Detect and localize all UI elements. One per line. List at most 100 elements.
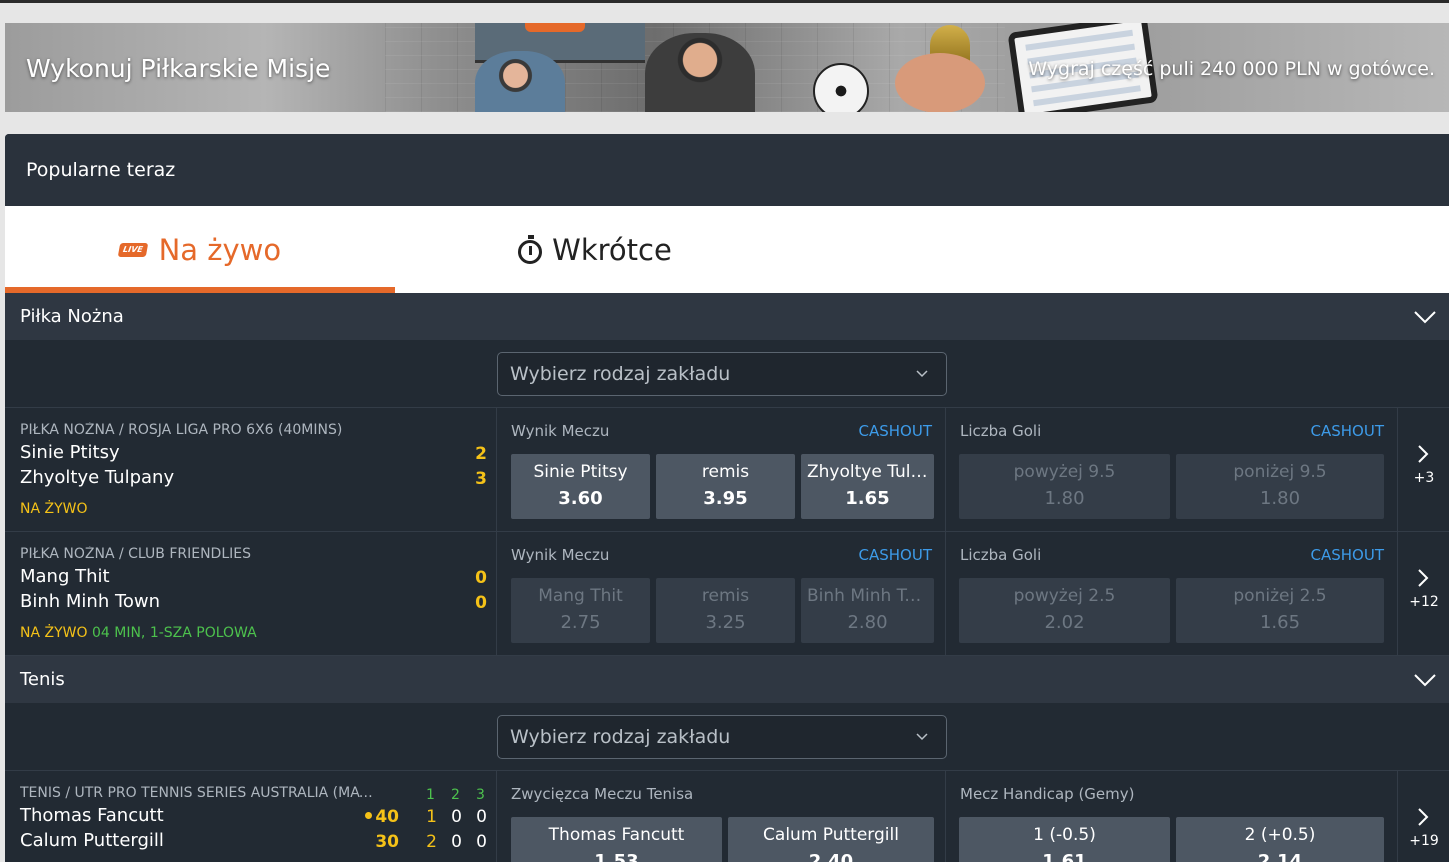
odd-button-over[interactable]: powyżej 2.5 2.02 (959, 578, 1170, 643)
odd-value: 2.80 (847, 612, 888, 633)
cashout-label[interactable]: CASHOUT (859, 422, 932, 440)
odd-button-under[interactable]: poniżej 2.5 1.65 (1176, 578, 1384, 643)
odd-label: 1 (-0.5) (1033, 825, 1096, 845)
chevron-right-icon (1418, 808, 1429, 826)
odd-button-draw[interactable]: remis 3.25 (656, 578, 795, 643)
banner-fan-image (475, 51, 565, 112)
odd-label: remis (701, 586, 750, 606)
tabs-bar: LIVE Na żywo Wkrótce (5, 206, 1449, 293)
market-title: Liczba Goli (960, 422, 1042, 440)
odd-value: 3.60 (558, 488, 603, 509)
event-info[interactable]: PIŁKA NOŻNA / ROSJA LIGA PRO 6X6 (40MINS… (5, 408, 497, 532)
sport-header-football[interactable]: Piłka Nożna (5, 293, 1449, 340)
sport-header-tennis[interactable]: Tenis (5, 656, 1449, 703)
event-row: TENIS / UTR PRO TENNIS SERIES AUSTRALIA … (5, 771, 1449, 862)
market-title: Mecz Handicap (Gemy) (960, 785, 1135, 803)
home-score: 0 (475, 568, 487, 588)
banner-title: Wykonuj Piłkarskie Misje (26, 54, 331, 83)
away-player: Calum Puttergill (20, 830, 164, 851)
bet-type-select[interactable]: Wybierz rodzaj zakładu (497, 715, 947, 759)
points-value: 40 (375, 807, 399, 827)
home-set-3: 0 (476, 807, 487, 827)
home-team: Sinie Ptitsy (20, 442, 120, 463)
odd-label: Zhyoltye Tulpany (807, 462, 934, 482)
away-set-1: 2 (426, 832, 437, 852)
chevron-down-icon (916, 733, 928, 741)
chevron-down-icon[interactable] (1413, 668, 1437, 692)
odd-value: 2.02 (1044, 612, 1085, 633)
odd-button-player1[interactable]: Thomas Fancutt 1.53 (511, 817, 722, 862)
market-match-result: Wynik Meczu CASHOUT Mang Thit 2.75 remis… (497, 532, 946, 656)
home-player: Thomas Fancutt (20, 805, 164, 826)
odd-button-away[interactable]: Zhyoltye Tulpany 1.65 (801, 454, 934, 519)
more-markets-button[interactable]: +3 (1397, 408, 1449, 532)
odd-label: powyżej 2.5 (1013, 586, 1116, 606)
odd-button-under[interactable]: poniżej 9.5 1.80 (1176, 454, 1384, 519)
event-row: PIŁKA NOŻNA / ROSJA LIGA PRO 6X6 (40MINS… (5, 408, 1449, 532)
serve-indicator-icon (365, 811, 373, 819)
tab-live[interactable]: LIVE Na żywo (5, 206, 395, 293)
banner-subtitle: Wygraj część puli 240 000 PLN w gotówce. (1028, 58, 1435, 80)
banner-hand-image (895, 53, 985, 112)
odd-button-home[interactable]: Sinie Ptitsy 3.60 (511, 454, 650, 519)
event-status: NA ŻYWO (20, 501, 88, 517)
bet-type-placeholder: Wybierz rodzaj zakładu (510, 726, 731, 748)
odd-button-handicap-1[interactable]: 1 (-0.5) 1.61 (959, 817, 1170, 862)
match-time: 04 MIN, 1-SZA POLOWA (91, 625, 257, 641)
bet-type-row: Wybierz rodzaj zakładu (5, 703, 1449, 771)
event-info[interactable]: PIŁKA NOŻNA / CLUB FRIENDLIES Mang Thit … (5, 532, 497, 656)
chevron-right-icon (1418, 569, 1429, 587)
away-team: Zhyoltye Tulpany (20, 467, 175, 488)
away-set-2: 0 (451, 832, 462, 852)
live-badge-icon: LIVE (117, 242, 148, 257)
tab-live-label: Na żywo (158, 232, 282, 267)
odd-value: 1.80 (1044, 488, 1085, 509)
more-markets-button[interactable]: +12 (1397, 532, 1449, 656)
odd-label: poniżej 9.5 (1233, 462, 1327, 482)
odd-value: 1.61 (1042, 851, 1087, 862)
odd-value: 2.40 (808, 851, 854, 862)
odd-value: 3.25 (705, 612, 746, 633)
chevron-right-icon (1418, 445, 1429, 463)
chevron-down-icon[interactable] (1413, 305, 1437, 329)
football-icon (813, 63, 869, 112)
odd-value: 1.80 (1259, 488, 1301, 509)
event-league: PIŁKA NOŻNA / ROSJA LIGA PRO 6X6 (40MINS… (20, 422, 343, 438)
set-header: 3 (476, 787, 485, 803)
odd-value: 1.65 (1259, 612, 1301, 633)
more-markets-button[interactable]: +19 (1397, 771, 1449, 862)
popular-now-panel: Popularne teraz LIVE Na żywo Wkrótce Pił… (5, 134, 1449, 862)
event-row: PIŁKA NOŻNA / CLUB FRIENDLIES Mang Thit … (5, 532, 1449, 656)
odd-button-player2[interactable]: Calum Puttergill 2.40 (728, 817, 934, 862)
more-markets-count: +19 (1409, 833, 1439, 849)
home-set-1: 1 (426, 807, 437, 827)
odd-button-home[interactable]: Mang Thit 2.75 (511, 578, 650, 643)
odd-button-away[interactable]: Binh Minh Town 2.80 (801, 578, 934, 643)
more-markets-count: +3 (1413, 470, 1435, 486)
odd-value: 3.95 (703, 488, 748, 509)
odd-label: remis (701, 462, 750, 482)
event-info[interactable]: TENIS / UTR PRO TENNIS SERIES AUSTRALIA … (5, 771, 497, 862)
event-league: TENIS / UTR PRO TENNIS SERIES AUSTRALIA … (20, 785, 375, 801)
market-match-result: Wynik Meczu CASHOUT Sinie Ptitsy 3.60 re… (497, 408, 946, 532)
cashout-label[interactable]: CASHOUT (859, 546, 932, 564)
top-strip (0, 0, 1449, 3)
cashout-label[interactable]: CASHOUT (1311, 422, 1384, 440)
cashout-label[interactable]: CASHOUT (1311, 546, 1384, 564)
bet-type-select[interactable]: Wybierz rodzaj zakładu (497, 352, 947, 396)
odd-label: Calum Puttergill (763, 825, 899, 845)
odd-label: Sinie Ptitsy (533, 462, 628, 482)
odd-label: poniżej 2.5 (1233, 586, 1327, 606)
odd-button-handicap-2[interactable]: 2 (+0.5) 2.14 (1176, 817, 1384, 862)
event-status: NA ŻYWO 04 MIN, 1-SZA POLOWA (20, 625, 257, 641)
odd-button-over[interactable]: powyżej 9.5 1.80 (959, 454, 1170, 519)
home-set-2: 0 (451, 807, 462, 827)
sport-title: Tenis (20, 669, 65, 690)
set-header: 2 (451, 787, 460, 803)
tab-upcoming[interactable]: Wkrótce (395, 206, 795, 293)
promo-banner[interactable]: Wykonuj Piłkarskie Misje Wygraj część pu… (5, 23, 1449, 112)
tab-upcoming-label: Wkrótce (552, 232, 672, 267)
away-score: 3 (475, 469, 487, 489)
market-total-goals: Liczba Goli CASHOUT powyżej 9.5 1.80 pon… (946, 408, 1397, 532)
odd-button-draw[interactable]: remis 3.95 (656, 454, 795, 519)
